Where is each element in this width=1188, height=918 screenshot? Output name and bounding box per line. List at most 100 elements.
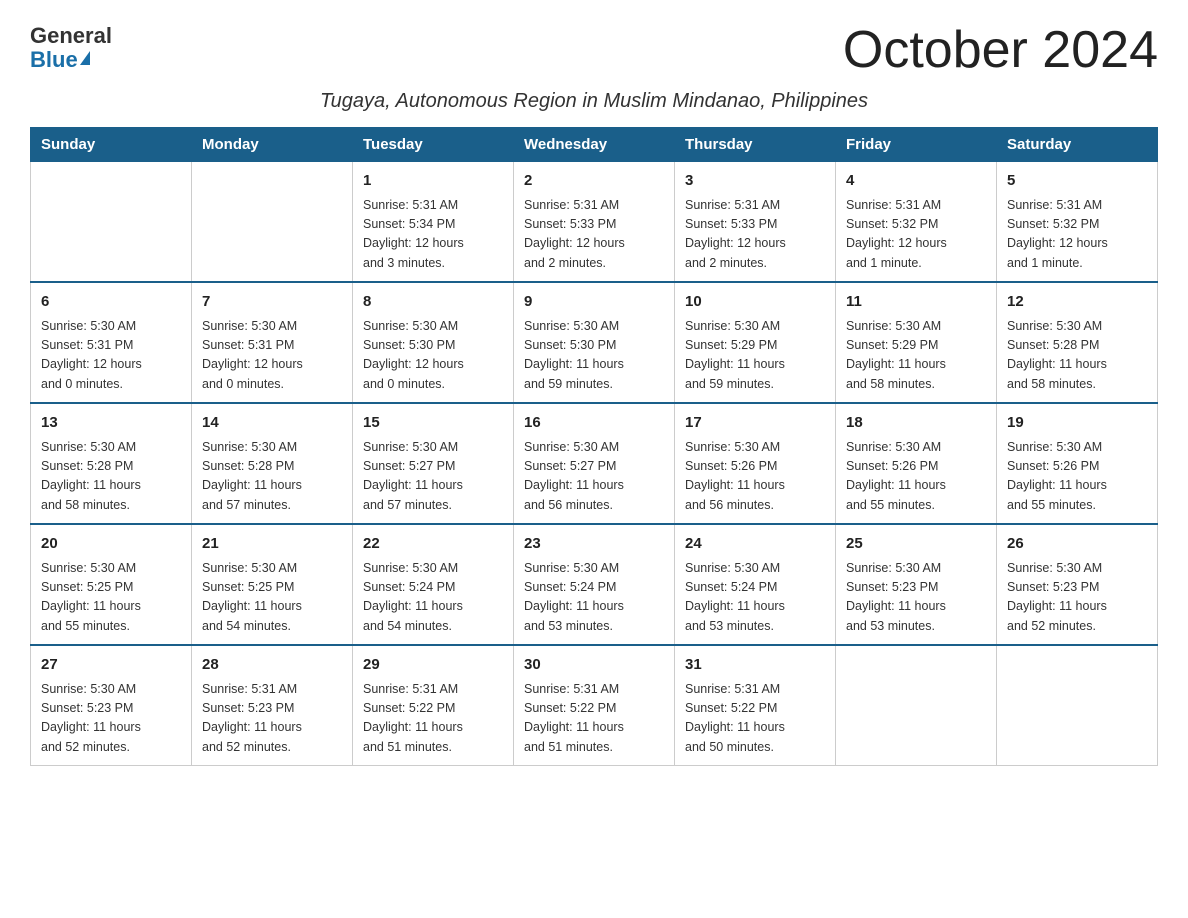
day-number: 23 [524,533,664,556]
logo-general-text: General [30,25,112,47]
day-info: Sunrise: 5:30 AM Sunset: 5:23 PM Dayligh… [41,680,181,758]
day-info: Sunrise: 5:30 AM Sunset: 5:23 PM Dayligh… [1007,559,1147,637]
day-info: Sunrise: 5:31 AM Sunset: 5:33 PM Dayligh… [524,196,664,274]
day-number: 6 [41,291,181,314]
calendar-cell: 20Sunrise: 5:30 AM Sunset: 5:25 PM Dayli… [31,524,192,645]
day-info: Sunrise: 5:30 AM Sunset: 5:24 PM Dayligh… [524,559,664,637]
calendar-cell: 26 Sunrise: 5:30 AM Sunset: 5:23 PM Dayli… [997,524,1158,645]
calendar-cell: 3Sunrise: 5:31 AM Sunset: 5:33 PM Daylig… [675,162,836,283]
day-info: Sunrise: 5:30 AM Sunset: 5:31 PM Dayligh… [202,317,342,395]
calendar-cell: 19 Sunrise: 5:30 AM Sunset: 5:26 PM Dayli… [997,403,1158,524]
day-info: Sunrise: 5:31 AM Sunset: 5:32 PM Dayligh… [846,196,986,274]
day-info: Sunrise: 5:30 AM Sunset: 5:28 PM Dayligh… [202,438,342,516]
day-number: 4 [846,170,986,193]
day-number: 5 [1007,170,1147,193]
day-number: 8 [363,291,503,314]
calendar-table: SundayMondayTuesdayWednesdayThursdayFrid… [30,127,1158,766]
day-number: 27 [41,654,181,677]
calendar-cell: 8Sunrise: 5:30 AM Sunset: 5:30 PM Daylig… [353,282,514,403]
day-info: Sunrise: 5:30 AM Sunset: 5:31 PM Dayligh… [41,317,181,395]
calendar-cell: 31Sunrise: 5:31 AM Sunset: 5:22 PM Dayli… [675,645,836,766]
calendar-cell: 25Sunrise: 5:30 AM Sunset: 5:23 PM Dayli… [836,524,997,645]
calendar-cell [997,645,1158,766]
day-number: 25 [846,533,986,556]
calendar-cell: 2 Sunrise: 5:31 AM Sunset: 5:33 PM Daylig… [514,162,675,283]
day-number: 14 [202,412,342,435]
day-number: 28 [202,654,342,677]
day-number: 18 [846,412,986,435]
calendar-cell: 5 Sunrise: 5:31 AM Sunset: 5:32 PM Daylig… [997,162,1158,283]
day-info: Sunrise: 5:30 AM Sunset: 5:26 PM Dayligh… [846,438,986,516]
weekday-header-monday: Monday [192,128,353,162]
day-number: 16 [524,412,664,435]
calendar-cell: 28Sunrise: 5:31 AM Sunset: 5:23 PM Dayli… [192,645,353,766]
calendar-cell [31,162,192,283]
day-info: Sunrise: 5:30 AM Sunset: 5:29 PM Dayligh… [846,317,986,395]
calendar-cell: 23 Sunrise: 5:30 AM Sunset: 5:24 PM Dayli… [514,524,675,645]
calendar-cell: 12 Sunrise: 5:30 AM Sunset: 5:28 PM Dayli… [997,282,1158,403]
day-number: 13 [41,412,181,435]
day-number: 12 [1007,291,1147,314]
day-number: 17 [685,412,825,435]
day-info: Sunrise: 5:30 AM Sunset: 5:27 PM Dayligh… [363,438,503,516]
weekday-header-saturday: Saturday [997,128,1158,162]
weekday-header-friday: Friday [836,128,997,162]
calendar-cell: 13 Sunrise: 5:30 AM Sunset: 5:28 PM Dayli… [31,403,192,524]
calendar-cell [836,645,997,766]
calendar-cell: 11Sunrise: 5:30 AM Sunset: 5:29 PM Dayli… [836,282,997,403]
day-info: Sunrise: 5:31 AM Sunset: 5:34 PM Dayligh… [363,196,503,274]
weekday-header-wednesday: Wednesday [514,128,675,162]
calendar-cell: 21Sunrise: 5:30 AM Sunset: 5:25 PM Dayli… [192,524,353,645]
month-title: October 2024 [843,20,1158,80]
calendar-cell: 10 Sunrise: 5:30 AM Sunset: 5:29 PM Dayli… [675,282,836,403]
day-info: Sunrise: 5:30 AM Sunset: 5:28 PM Dayligh… [1007,317,1147,395]
weekday-header-thursday: Thursday [675,128,836,162]
day-info: Sunrise: 5:30 AM Sunset: 5:27 PM Dayligh… [524,438,664,516]
day-number: 22 [363,533,503,556]
calendar-week-row: 1 Sunrise: 5:31 AM Sunset: 5:34 PM Daylig… [31,162,1158,283]
day-number: 7 [202,291,342,314]
calendar-cell: 15Sunrise: 5:30 AM Sunset: 5:27 PM Dayli… [353,403,514,524]
day-number: 2 [524,170,664,193]
calendar-cell: 9 Sunrise: 5:30 AM Sunset: 5:30 PM Daylig… [514,282,675,403]
day-number: 31 [685,654,825,677]
day-info: Sunrise: 5:30 AM Sunset: 5:29 PM Dayligh… [685,317,825,395]
day-number: 30 [524,654,664,677]
calendar-cell: 17 Sunrise: 5:30 AM Sunset: 5:26 PM Dayli… [675,403,836,524]
calendar-week-row: 13 Sunrise: 5:30 AM Sunset: 5:28 PM Dayli… [31,403,1158,524]
day-number: 29 [363,654,503,677]
day-number: 26 [1007,533,1147,556]
weekday-header-row: SundayMondayTuesdayWednesdayThursdayFrid… [31,128,1158,162]
calendar-cell: 30 Sunrise: 5:31 AM Sunset: 5:22 PM Dayli… [514,645,675,766]
logo-blue-text: Blue [30,47,78,73]
calendar-week-row: 20Sunrise: 5:30 AM Sunset: 5:25 PM Dayli… [31,524,1158,645]
calendar-cell: 24 Sunrise: 5:30 AM Sunset: 5:24 PM Dayli… [675,524,836,645]
logo-line2: Blue [30,47,90,73]
calendar-cell: 22Sunrise: 5:30 AM Sunset: 5:24 PM Dayli… [353,524,514,645]
page-header: General Blue October 2024 [30,20,1158,80]
day-number: 9 [524,291,664,314]
calendar-cell: 4 Sunrise: 5:31 AM Sunset: 5:32 PM Daylig… [836,162,997,283]
day-info: Sunrise: 5:30 AM Sunset: 5:26 PM Dayligh… [685,438,825,516]
calendar-cell: 18 Sunrise: 5:30 AM Sunset: 5:26 PM Dayli… [836,403,997,524]
calendar-cell: 16 Sunrise: 5:30 AM Sunset: 5:27 PM Dayli… [514,403,675,524]
day-number: 24 [685,533,825,556]
day-info: Sunrise: 5:31 AM Sunset: 5:22 PM Dayligh… [524,680,664,758]
day-info: Sunrise: 5:31 AM Sunset: 5:22 PM Dayligh… [363,680,503,758]
day-info: Sunrise: 5:30 AM Sunset: 5:30 PM Dayligh… [524,317,664,395]
day-number: 10 [685,291,825,314]
calendar-cell: 1 Sunrise: 5:31 AM Sunset: 5:34 PM Daylig… [353,162,514,283]
calendar-subtitle: Tugaya, Autonomous Region in Muslim Mind… [30,90,1158,113]
day-info: Sunrise: 5:30 AM Sunset: 5:24 PM Dayligh… [685,559,825,637]
day-number: 3 [685,170,825,193]
calendar-cell: 27 Sunrise: 5:30 AM Sunset: 5:23 PM Dayli… [31,645,192,766]
calendar-cell: 7 Sunrise: 5:30 AM Sunset: 5:31 PM Daylig… [192,282,353,403]
day-number: 19 [1007,412,1147,435]
day-info: Sunrise: 5:30 AM Sunset: 5:26 PM Dayligh… [1007,438,1147,516]
day-info: Sunrise: 5:30 AM Sunset: 5:28 PM Dayligh… [41,438,181,516]
calendar-cell: 14 Sunrise: 5:30 AM Sunset: 5:28 PM Dayli… [192,403,353,524]
logo-triangle-icon [80,51,90,65]
day-info: Sunrise: 5:31 AM Sunset: 5:32 PM Dayligh… [1007,196,1147,274]
day-number: 1 [363,170,503,193]
day-number: 21 [202,533,342,556]
